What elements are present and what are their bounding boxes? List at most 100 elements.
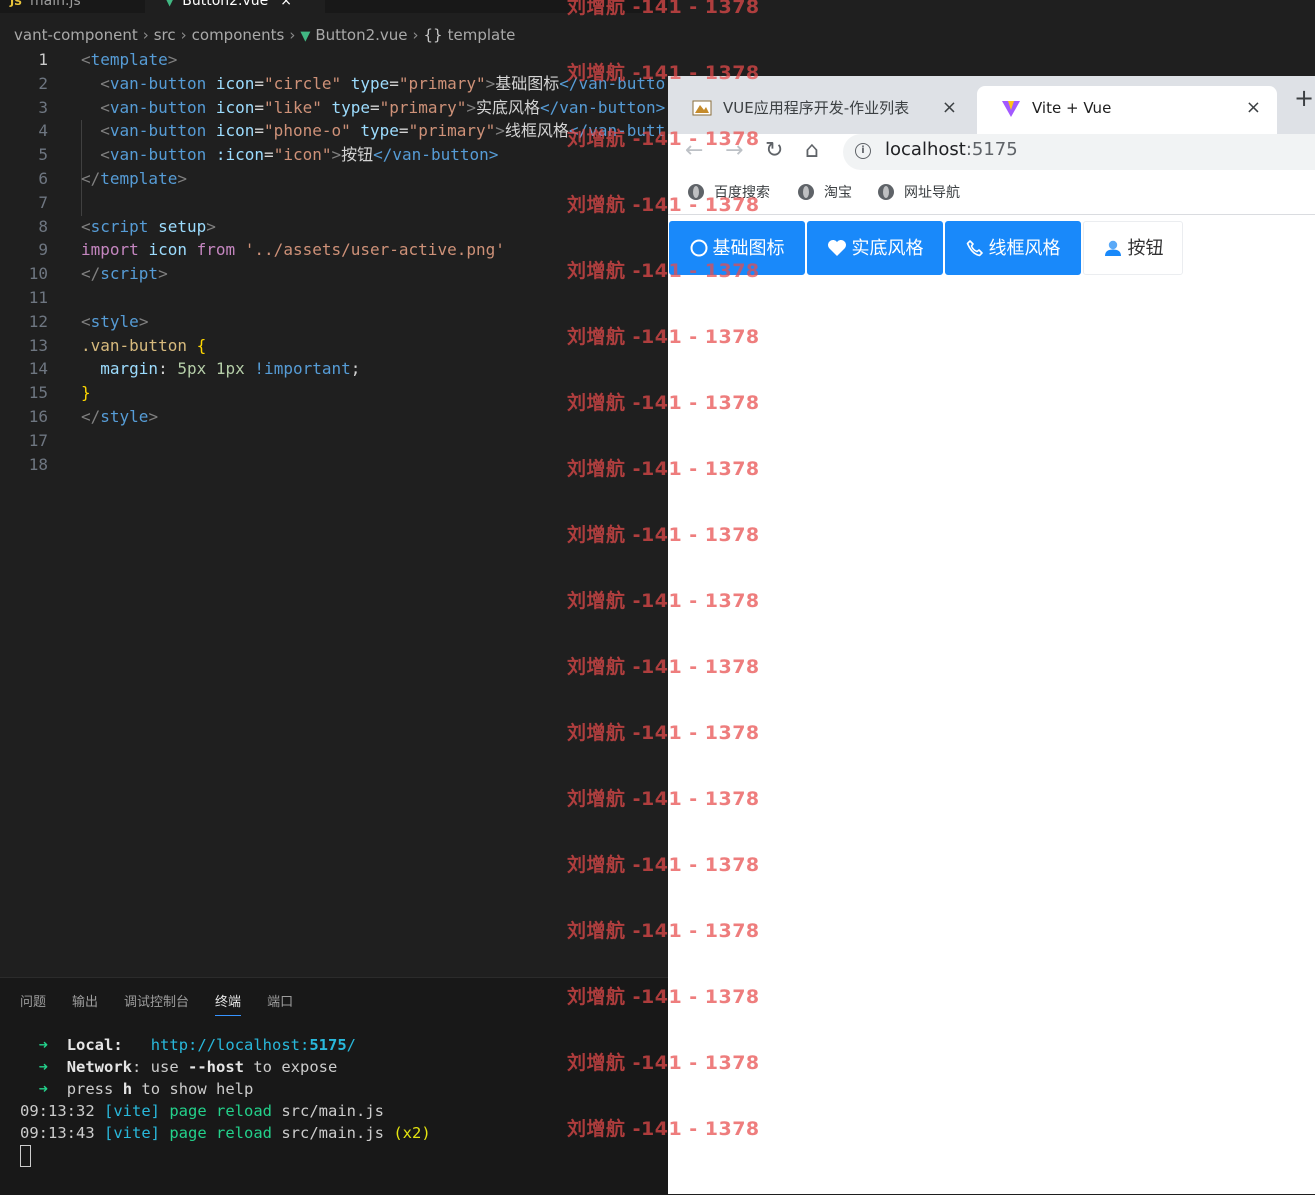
desktop-background [668,0,1315,76]
bookmark-taobao[interactable]: 淘宝 [798,182,852,202]
watermark-text: 刘增航 -141 - 1378 [567,524,760,546]
browser-tab-vite-vue[interactable]: Vite + Vue × [977,86,1277,134]
custom-icon-button[interactable]: 按钮 [1083,221,1183,275]
tab-button2-vue[interactable]: ▼ Button2.vue × [145,0,325,13]
watermark-text: 刘增航 -141 - 1378 [567,1052,760,1074]
line-number: 12 [28,311,48,331]
code-line: 8 <script setup> [0,215,668,239]
address-bar[interactable]: i localhost:5175 [843,134,1315,170]
new-tab-button[interactable]: + [1294,84,1314,112]
tab-ports[interactable]: 端口 [267,991,293,1015]
terminal-line: ➜ Network: use --host to expose [38,1058,338,1076]
browser-window: VUE应用程序开发-作业列表 × Vite + Vue × + ← → ↻ ⌂ … [668,0,1315,1194]
close-icon[interactable]: × [280,0,292,9]
code-line: 3 <van-button icon="like" type="primary"… [0,96,668,120]
line-number: 5 [38,145,48,165]
line-number: 1 [38,50,48,69]
address-text: localhost:5175 [885,139,1018,160]
vue-icon: ▼ [300,29,311,44]
js-file-icon: JS [10,0,23,8]
vite-icon [1002,101,1020,117]
line-number: 13 [28,335,48,355]
terminal-cursor [20,1144,31,1167]
line-number: 14 [28,359,48,379]
reload-button[interactable]: ↻ [765,138,783,163]
tab-output[interactable]: 输出 [72,991,98,1015]
line-number: 8 [38,216,48,236]
like-icon [827,240,846,256]
bookmarks-bar: 百度搜索 淘宝 网址导航 [668,172,1315,215]
tab-label: Button2.vue [182,0,269,9]
breadcrumb-item[interactable]: vant-component [14,26,138,44]
terminal-line: ➜ Local: http://localhost:5175/ [38,1036,357,1054]
user-icon [1104,240,1121,256]
tab-debug-console[interactable]: 调试控制台 [124,991,189,1015]
line-number: 17 [28,430,48,450]
watermark-text: 刘增航 -141 - 1378 [567,788,760,810]
globe-icon [878,184,894,200]
line-number: 3 [38,97,48,117]
line-number: 2 [38,73,48,93]
browser-toolbar: ← → ↻ ⌂ i localhost:5175 [668,134,1315,172]
terminal-line: 09:13:32 [vite] page reload src/main.js [20,1102,384,1120]
panel-tabs: 问题 输出 调试控制台 终端 端口 [20,991,319,1016]
terminal[interactable]: ➜ Local: http://localhost:5175/ ➜ Networ… [20,1034,431,1167]
watermark-text: 刘增航 -141 - 1378 [567,392,760,414]
chevron-right-icon: › [142,26,149,44]
circle-icon [690,239,707,257]
chevron-right-icon: › [180,26,187,44]
watermark-text: 刘增航 -141 - 1378 [567,194,760,216]
line-number: 6 [38,168,48,188]
watermark-text: 刘增航 -141 - 1378 [567,1118,760,1140]
site-info-icon[interactable]: i [855,143,871,159]
terminal-line: 09:13:43 [vite] page reload src/main.js … [20,1124,431,1142]
globe-icon [798,184,814,200]
close-tab-icon[interactable]: × [942,86,957,130]
watermark-text: 刘增航 -141 - 1378 [567,656,760,678]
outline-style-button[interactable]: 线框风格 [945,221,1081,275]
braces-icon: {} [423,26,443,44]
tab-label: Vite + Vue [1032,99,1112,117]
line-number: 4 [38,121,48,141]
watermark-text: 刘增航 -141 - 1378 [567,128,760,150]
watermark-text: 刘增航 -141 - 1378 [567,0,760,18]
home-button[interactable]: ⌂ [805,138,819,163]
line-number: 9 [38,240,48,260]
breadcrumb-item[interactable]: template [448,26,516,44]
breadcrumb-item[interactable]: Button2.vue [315,26,407,44]
bookmark-url-nav[interactable]: 网址导航 [878,182,960,202]
phone-o-icon [966,240,983,257]
code-line: 11 [0,286,668,310]
watermark-text: 刘增航 -141 - 1378 [567,722,760,744]
chevron-right-icon: › [412,26,419,44]
local-url[interactable]: http://localhost:5175/ [151,1036,356,1054]
breadcrumb-item[interactable]: src [154,26,176,44]
watermark-text: 刘增航 -141 - 1378 [567,854,760,876]
line-number: 10 [28,264,48,284]
line-number: 16 [28,406,48,426]
tab-problems[interactable]: 问题 [20,991,46,1015]
solid-style-button[interactable]: 实底风格 [807,221,943,275]
watermark-text: 刘增航 -141 - 1378 [567,920,760,942]
watermark-text: 刘增航 -141 - 1378 [567,326,760,348]
browser-tab-strip: VUE应用程序开发-作业列表 × Vite + Vue × [668,76,1315,134]
chevron-right-icon: › [289,26,296,44]
breadcrumb: vant-component › src › components › ▼ Button2.v… [14,26,515,44]
code-line: 6 </template> [0,167,668,191]
line-number: 7 [38,192,48,212]
watermark-text: 刘增航 -141 - 1378 [567,590,760,612]
bottom-panel: 问题 输出 调试控制台 终端 端口 ➜ Local: http://localhost:… [0,977,668,1195]
line-number: 18 [28,454,48,474]
tab-terminal[interactable]: 终端 [215,991,242,1016]
tab-label: main.js [30,0,81,9]
page-favicon-icon [692,100,712,116]
code-line: 17 [0,429,668,453]
close-tab-icon[interactable]: × [1246,86,1261,130]
tab-main-js[interactable]: JS main.js [10,0,81,13]
breadcrumb-item[interactable]: components [192,26,285,44]
watermark-text: 刘增航 -141 - 1378 [567,260,760,282]
terminal-line: ➜ press h to show help [38,1080,254,1098]
watermark-text: 刘增航 -141 - 1378 [567,986,760,1008]
line-number: 15 [28,383,48,403]
watermark-text: 刘增航 -141 - 1378 [567,62,760,84]
